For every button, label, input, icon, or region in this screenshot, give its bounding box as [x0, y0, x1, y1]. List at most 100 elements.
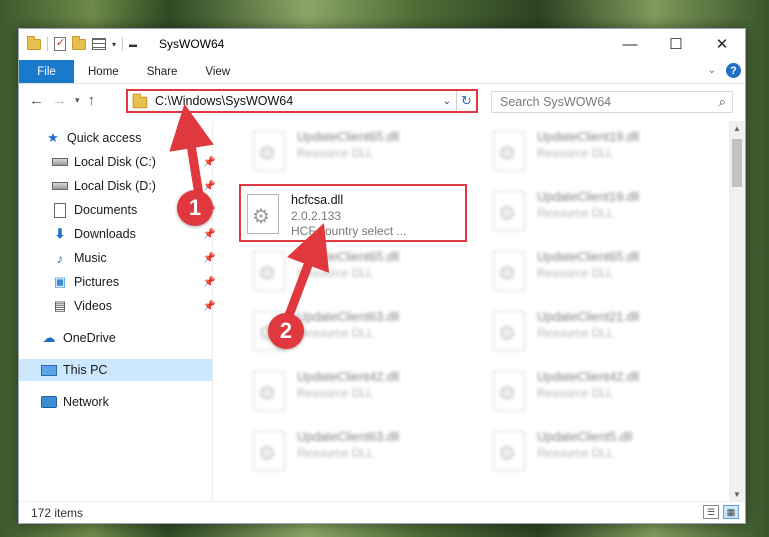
- tab-view[interactable]: View: [191, 60, 244, 83]
- new-folder-icon[interactable]: [72, 35, 86, 50]
- file-version: 2.0.2.133: [291, 209, 342, 223]
- navigation-buttons: ← → ▾ ↑: [29, 92, 95, 109]
- file-description: HCF country select ...: [291, 224, 407, 238]
- tab-home[interactable]: Home: [74, 60, 133, 83]
- file-type: Resource DLL: [297, 326, 374, 340]
- explorer-window: ▾ ▬ SysWOW64 — ☐ ✕ File Home Share View …: [18, 28, 746, 524]
- dll-file-icon: [253, 131, 285, 171]
- vertical-scrollbar[interactable]: ▲ ▼: [729, 121, 745, 501]
- view-options-icon[interactable]: [92, 38, 106, 50]
- recent-locations-icon[interactable]: ▾: [75, 95, 80, 106]
- ribbon-right-controls: ⌄ ?: [708, 63, 741, 78]
- list-item[interactable]: UpdateClient65.dll Resource DLL: [487, 243, 717, 301]
- file-name: UpdateClient63.dll: [297, 430, 400, 444]
- sidebar-item-label: This PC: [63, 363, 108, 377]
- list-item[interactable]: UpdateClient42.dll Resource DLL: [247, 363, 477, 421]
- pin-icon[interactable]: 📌: [203, 301, 215, 312]
- pin-icon[interactable]: 📌: [203, 157, 215, 168]
- address-path[interactable]: C:\Windows\SysWOW64: [155, 94, 438, 108]
- chevron-down-icon[interactable]: ▾: [112, 40, 116, 49]
- details-view-icon[interactable]: ☰: [703, 505, 719, 519]
- highlighted-file-item[interactable]: hcfcsa.dll 2.0.2.133 HCF country select …: [239, 184, 467, 242]
- scroll-down-icon[interactable]: ▼: [729, 487, 745, 501]
- dll-file-icon: [253, 251, 285, 291]
- file-type: Resource DLL: [537, 446, 614, 460]
- sidebar-item-label: Local Disk (D:): [74, 179, 156, 193]
- chevron-down-icon[interactable]: ⌄: [438, 96, 456, 107]
- list-item[interactable]: UpdateClient21.dll Resource DLL: [487, 303, 717, 361]
- scroll-up-icon[interactable]: ▲: [729, 121, 745, 135]
- drive-icon: [52, 154, 68, 170]
- dll-file-icon: [493, 131, 525, 171]
- refresh-icon[interactable]: ↻: [456, 91, 476, 111]
- scrollbar-thumb[interactable]: [732, 139, 742, 187]
- pin-icon[interactable]: 📌: [203, 253, 215, 264]
- file-type: Resource DLL: [297, 146, 374, 160]
- file-name: UpdateClient19.dll: [537, 130, 640, 144]
- list-item[interactable]: UpdateClient5.dll Resource DLL: [487, 423, 717, 481]
- sidebar-item-label: Documents: [74, 203, 138, 217]
- dll-file-icon: [493, 371, 525, 411]
- toolbar-divider: [47, 37, 48, 51]
- file-type: Resource DLL: [297, 386, 374, 400]
- search-icon[interactable]: ⌕: [719, 94, 726, 110]
- file-type: Resource DLL: [537, 386, 614, 400]
- list-item[interactable]: UpdateClient42.dll Resource DLL: [487, 363, 717, 421]
- dll-file-icon: [493, 251, 525, 291]
- music-icon: ♪: [56, 250, 64, 266]
- sidebar-item-pictures[interactable]: ▣ Pictures 📌: [52, 271, 216, 293]
- search-input[interactable]: Search SysWOW64 ⌕: [491, 91, 733, 113]
- dll-file-icon: [247, 194, 279, 234]
- file-type: Resource DLL: [537, 146, 614, 160]
- customize-toolbar-icon[interactable]: ▬: [129, 40, 137, 49]
- up-icon[interactable]: ↑: [88, 92, 96, 109]
- sidebar-item-network[interactable]: Network: [41, 391, 109, 413]
- file-type: Resource DLL: [297, 446, 374, 460]
- drive-icon: [52, 178, 68, 194]
- tiles-view-icon[interactable]: ▦: [723, 505, 739, 519]
- list-item[interactable]: UpdateClient65.dll Resource DLL: [247, 123, 477, 181]
- sidebar-item-label: Music: [74, 251, 107, 265]
- file-name: UpdateClient5.dll: [537, 430, 633, 444]
- file-name: UpdateClient42.dll: [537, 370, 640, 384]
- title-bar: ▾ ▬ SysWOW64 — ☐ ✕: [19, 29, 745, 60]
- sidebar-item-music[interactable]: ♪ Music 📌: [52, 247, 216, 269]
- file-type: Resource DLL: [297, 266, 374, 280]
- sidebar-item-downloads[interactable]: ⬇ Downloads 📌: [52, 223, 216, 245]
- dll-file-icon: [253, 431, 285, 471]
- list-item[interactable]: UpdateClient63.dll Resource DLL: [247, 423, 477, 481]
- help-icon[interactable]: ?: [726, 63, 741, 78]
- star-icon: ★: [47, 130, 59, 145]
- pin-icon[interactable]: 📌: [203, 277, 215, 288]
- sidebar-item-quick-access[interactable]: ★ Quick access: [45, 127, 141, 149]
- list-item[interactable]: UpdateClient65.dll Resource DLL: [247, 243, 477, 301]
- file-name: UpdateClient42.dll: [297, 370, 400, 384]
- close-icon[interactable]: ✕: [699, 29, 745, 59]
- pictures-icon: ▣: [53, 274, 67, 289]
- back-icon[interactable]: ←: [29, 92, 44, 109]
- status-bar: 172 items ☰ ▦: [19, 501, 745, 523]
- sidebar-item-label: Downloads: [74, 227, 136, 241]
- pin-icon[interactable]: 📌: [203, 181, 215, 192]
- sidebar-item-label: Videos: [74, 299, 112, 313]
- pin-icon[interactable]: 📌: [203, 229, 215, 240]
- forward-icon[interactable]: →: [52, 92, 67, 109]
- minimize-icon[interactable]: —: [607, 29, 653, 59]
- dll-file-icon: [493, 191, 525, 231]
- sidebar-item-this-pc[interactable]: This PC: [19, 359, 212, 381]
- sidebar-item-local-disk-c[interactable]: Local Disk (C:) 📌: [52, 151, 215, 173]
- address-row: ← → ▾ ↑ C:\Windows\SysWOW64 ⌄ ↻ Search S…: [19, 85, 745, 117]
- maximize-icon[interactable]: ☐: [653, 29, 699, 59]
- expand-ribbon-icon[interactable]: ⌄: [708, 65, 716, 76]
- item-count: 172 items: [31, 506, 84, 520]
- tab-share[interactable]: Share: [133, 60, 192, 83]
- sidebar-item-onedrive[interactable]: ☁ OneDrive: [41, 327, 116, 349]
- properties-icon[interactable]: [54, 36, 66, 51]
- navigation-pane: ★ Quick access Local Disk (C:) 📌 Local D…: [19, 121, 216, 501]
- list-item[interactable]: UpdateClient19.dll Resource DLL: [487, 183, 717, 241]
- address-bar[interactable]: C:\Windows\SysWOW64 ⌄ ↻: [126, 89, 478, 113]
- list-item[interactable]: UpdateClient19.dll Resource DLL: [487, 123, 717, 181]
- tab-file[interactable]: File: [19, 60, 74, 83]
- sidebar-item-videos[interactable]: ▤ Videos 📌: [52, 295, 216, 317]
- folder-icon[interactable]: [27, 35, 41, 50]
